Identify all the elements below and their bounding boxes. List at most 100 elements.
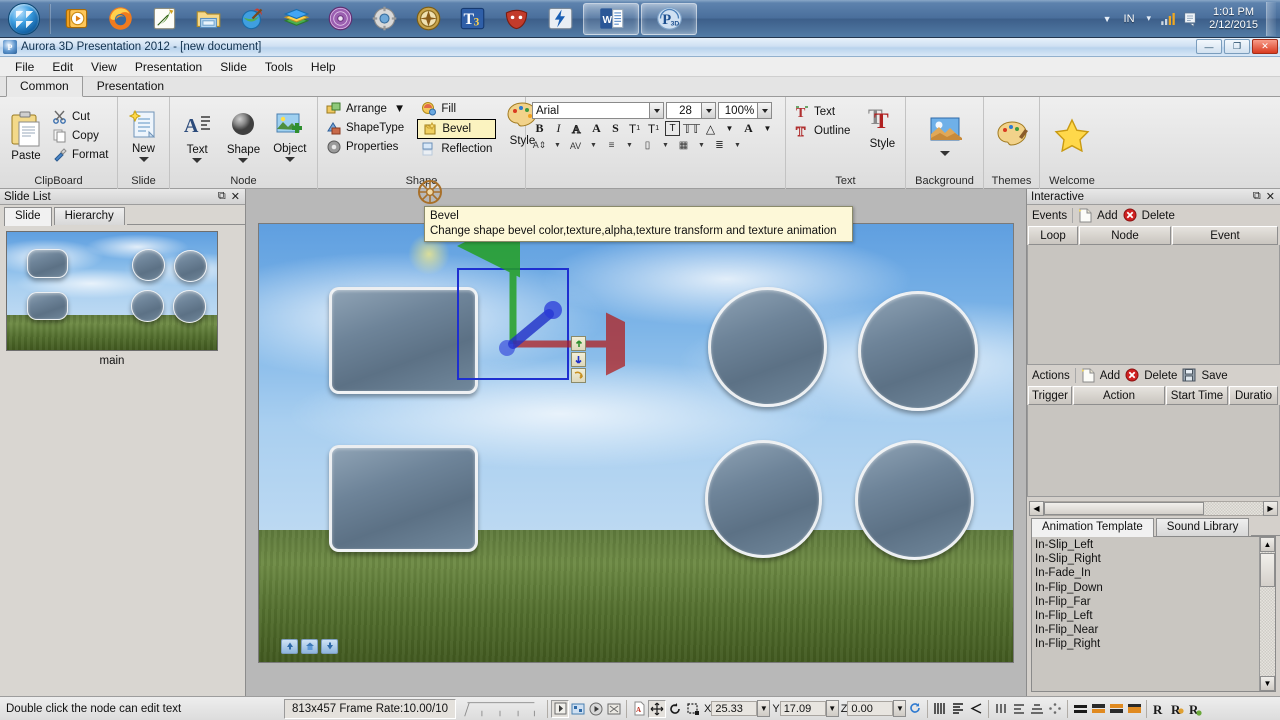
close-icon[interactable]: ✕ (231, 190, 240, 203)
actions-save-button[interactable]: Save (1182, 368, 1228, 384)
menu-tools[interactable]: Tools (256, 58, 302, 76)
z-axis-field[interactable]: 0.00 (847, 701, 894, 716)
canvas-area[interactable] (246, 189, 1026, 696)
chevron-down-icon[interactable] (939, 151, 950, 156)
cut-button[interactable]: Cut (48, 108, 112, 126)
chevron-down-icon[interactable] (284, 156, 295, 162)
scene-circle-shape[interactable] (854, 440, 974, 560)
x-axis-field[interactable]: 25.33 (711, 701, 758, 716)
chevron-down-icon[interactable]: ▼ (722, 121, 737, 136)
dist-circle-icon[interactable] (1046, 700, 1064, 718)
properties-button[interactable]: Properties (322, 138, 409, 156)
animation-template-item[interactable]: In-Flip_Near (1035, 623, 1259, 637)
z-axis-spinner[interactable]: ▼ (893, 700, 907, 717)
text-align-box-button[interactable]: ▯ (640, 138, 655, 153)
render-solid-icon[interactable] (1089, 700, 1107, 718)
welcome-button[interactable] (1049, 117, 1095, 156)
animation-template-item[interactable]: In-Flip_Right (1035, 637, 1259, 651)
slide-thumbnail-item[interactable]: main (6, 231, 218, 367)
pdf-export-button[interactable]: A (630, 700, 648, 718)
play-button[interactable] (587, 700, 605, 718)
new-slide-button[interactable]: New (122, 109, 166, 163)
r-record-icon[interactable]: R (1186, 700, 1204, 718)
column-duration[interactable]: Duratio (1229, 386, 1278, 405)
chevron-down-icon[interactable] (701, 103, 715, 118)
tab-common[interactable]: Common (6, 76, 83, 97)
scroll-down-icon[interactable]: ▼ (1260, 676, 1275, 691)
scene-circle-shape[interactable] (707, 287, 827, 407)
move-tool-button[interactable] (648, 699, 666, 718)
align-left-icon[interactable] (931, 700, 949, 718)
scene-circle-shape[interactable] (172, 290, 207, 323)
scene-square-shape[interactable] (329, 444, 479, 552)
rotate-tool-button[interactable] (666, 700, 684, 718)
x-axis-spinner[interactable]: ▼ (757, 700, 771, 717)
tray-chevron-icon[interactable]: ▼ (1097, 14, 1118, 24)
rotate-handle-icon[interactable] (571, 367, 586, 383)
reflection-button[interactable]: Reflection (417, 140, 496, 158)
reset-transform-button[interactable] (906, 700, 924, 718)
events-add-button[interactable]: Add (1078, 208, 1118, 224)
font-outline-button[interactable]: A (570, 121, 585, 136)
animation-template-item[interactable]: In-Fade_In (1035, 566, 1259, 580)
r-reset-icon[interactable]: R (1150, 700, 1168, 718)
move-handle-icon[interactable] (571, 335, 586, 351)
text-node-button[interactable]: A Text (175, 109, 219, 164)
taskbar-icon-text3d[interactable]: T3 (450, 2, 494, 36)
r-rotate-icon[interactable]: R (1168, 700, 1186, 718)
object-node-button[interactable]: Object (268, 110, 312, 163)
background-button[interactable] (923, 115, 967, 157)
shape-node-button[interactable]: Shape (221, 109, 265, 164)
text-transform-button[interactable]: 𝕋𝕋 (683, 121, 700, 136)
text-outline-button[interactable]: T Outline (790, 122, 854, 141)
taskbar-icon-books[interactable] (274, 2, 318, 36)
font-color-button[interactable]: A (741, 121, 756, 136)
actions-horizontal-scrollbar[interactable]: ◀ ▶ (1029, 500, 1278, 516)
align-button[interactable]: ≡ (604, 138, 619, 153)
scroll-left-icon[interactable]: ◀ (1029, 500, 1044, 516)
actions-delete-button[interactable]: Delete (1125, 368, 1177, 384)
fill-button[interactable]: Fill (417, 100, 496, 118)
scene-circle-shape[interactable] (705, 440, 823, 558)
home-icon[interactable] (301, 638, 318, 654)
y-axis-spinner[interactable]: ▼ (825, 700, 839, 717)
taskbar-icon-bolt[interactable] (538, 2, 582, 36)
text-style-button[interactable]: TT Style (860, 103, 904, 151)
scroll-right-icon[interactable]: ▶ (1263, 500, 1278, 516)
bevel-button[interactable]: Bevel (417, 119, 497, 139)
shapetype-button[interactable]: ShapeType (322, 119, 409, 137)
animation-list-scrollbar[interactable]: ▲ ▼ (1259, 537, 1275, 691)
scroll-thumb[interactable] (1260, 553, 1275, 587)
menu-edit[interactable]: Edit (43, 58, 82, 76)
chevron-down-icon[interactable]: ▼ (730, 138, 745, 153)
arrange-button[interactable]: Arrange ▼ (322, 100, 409, 118)
chevron-down-icon[interactable]: ▼ (622, 138, 637, 153)
tab-animation-template[interactable]: Animation Template (1031, 518, 1154, 537)
bold-button[interactable]: B (532, 121, 547, 136)
animation-template-list[interactable]: In-Slip_Left In-Slip_Right In-Fade_In In-Fl… (1031, 536, 1276, 692)
up-arrow-icon[interactable] (281, 638, 298, 654)
taskbar-icon-windows-explorer[interactable] (186, 2, 230, 36)
scene-square-shape[interactable] (26, 291, 69, 321)
action-center-icon[interactable] (1179, 8, 1201, 30)
taskbar-icon-notepad-quill[interactable] (142, 2, 186, 36)
scroll-thumb[interactable] (1044, 501, 1204, 515)
events-delete-button[interactable]: Delete (1123, 208, 1175, 224)
actions-add-button[interactable]: Add (1081, 368, 1120, 384)
start-button[interactable] (2, 2, 46, 36)
scene-circle-shape[interactable] (858, 291, 978, 411)
text-box-button[interactable]: T (665, 121, 680, 136)
columns-button[interactable]: ▦ (676, 138, 691, 153)
chevron-down-icon[interactable] (649, 103, 663, 118)
tab-slide[interactable]: Slide (4, 207, 52, 226)
dist-stack-icon[interactable] (1028, 700, 1046, 718)
chevron-down-icon[interactable] (757, 103, 771, 118)
taskbar-icon-dvd-disc[interactable] (318, 2, 362, 36)
timeline-slider[interactable] (456, 699, 544, 719)
chevron-down-icon[interactable]: ▼ (694, 138, 709, 153)
render-shade-icon[interactable] (1125, 700, 1143, 718)
tab-presentation[interactable]: Presentation (83, 76, 178, 96)
preview-button[interactable] (551, 699, 569, 718)
chevron-down-icon[interactable]: ▼ (394, 103, 405, 115)
transform-gizmo[interactable] (445, 227, 625, 398)
